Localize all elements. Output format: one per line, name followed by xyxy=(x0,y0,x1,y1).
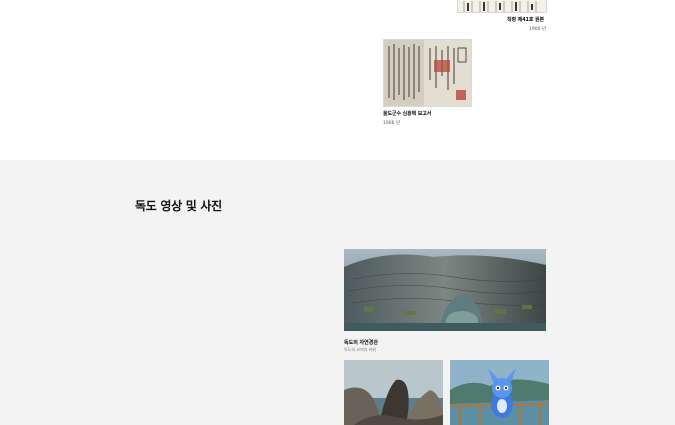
section-title: 독도 영상 및 사진 xyxy=(135,199,222,213)
document-year: 1900 년 xyxy=(529,27,547,32)
edict-document-icon xyxy=(463,1,537,12)
photo-subtitle: 독도의 코끼리 바위 xyxy=(344,347,376,352)
thumbnail-photo[interactable] xyxy=(344,360,443,425)
document-image-edict-41[interactable] xyxy=(457,0,547,13)
document-title: 울도군수 심흥택 보고서 xyxy=(383,111,432,117)
media-section-background xyxy=(0,160,675,425)
report-document-icon xyxy=(384,40,471,106)
photo-title: 독도의 자연경관 xyxy=(344,340,378,346)
featured-photo-elephant-rock[interactable] xyxy=(344,249,546,331)
document-year: 1906 년 xyxy=(383,121,401,126)
thumbnail-photo[interactable] xyxy=(450,360,549,425)
document-title: 칙령 제41호 원본 xyxy=(507,17,545,23)
mascot-character-photo xyxy=(450,360,549,425)
elephant-rock-photo xyxy=(344,249,546,331)
document-image-shim-report[interactable] xyxy=(383,39,472,107)
sea-lion-rock-photo xyxy=(344,360,443,425)
document-section xyxy=(0,0,675,160)
